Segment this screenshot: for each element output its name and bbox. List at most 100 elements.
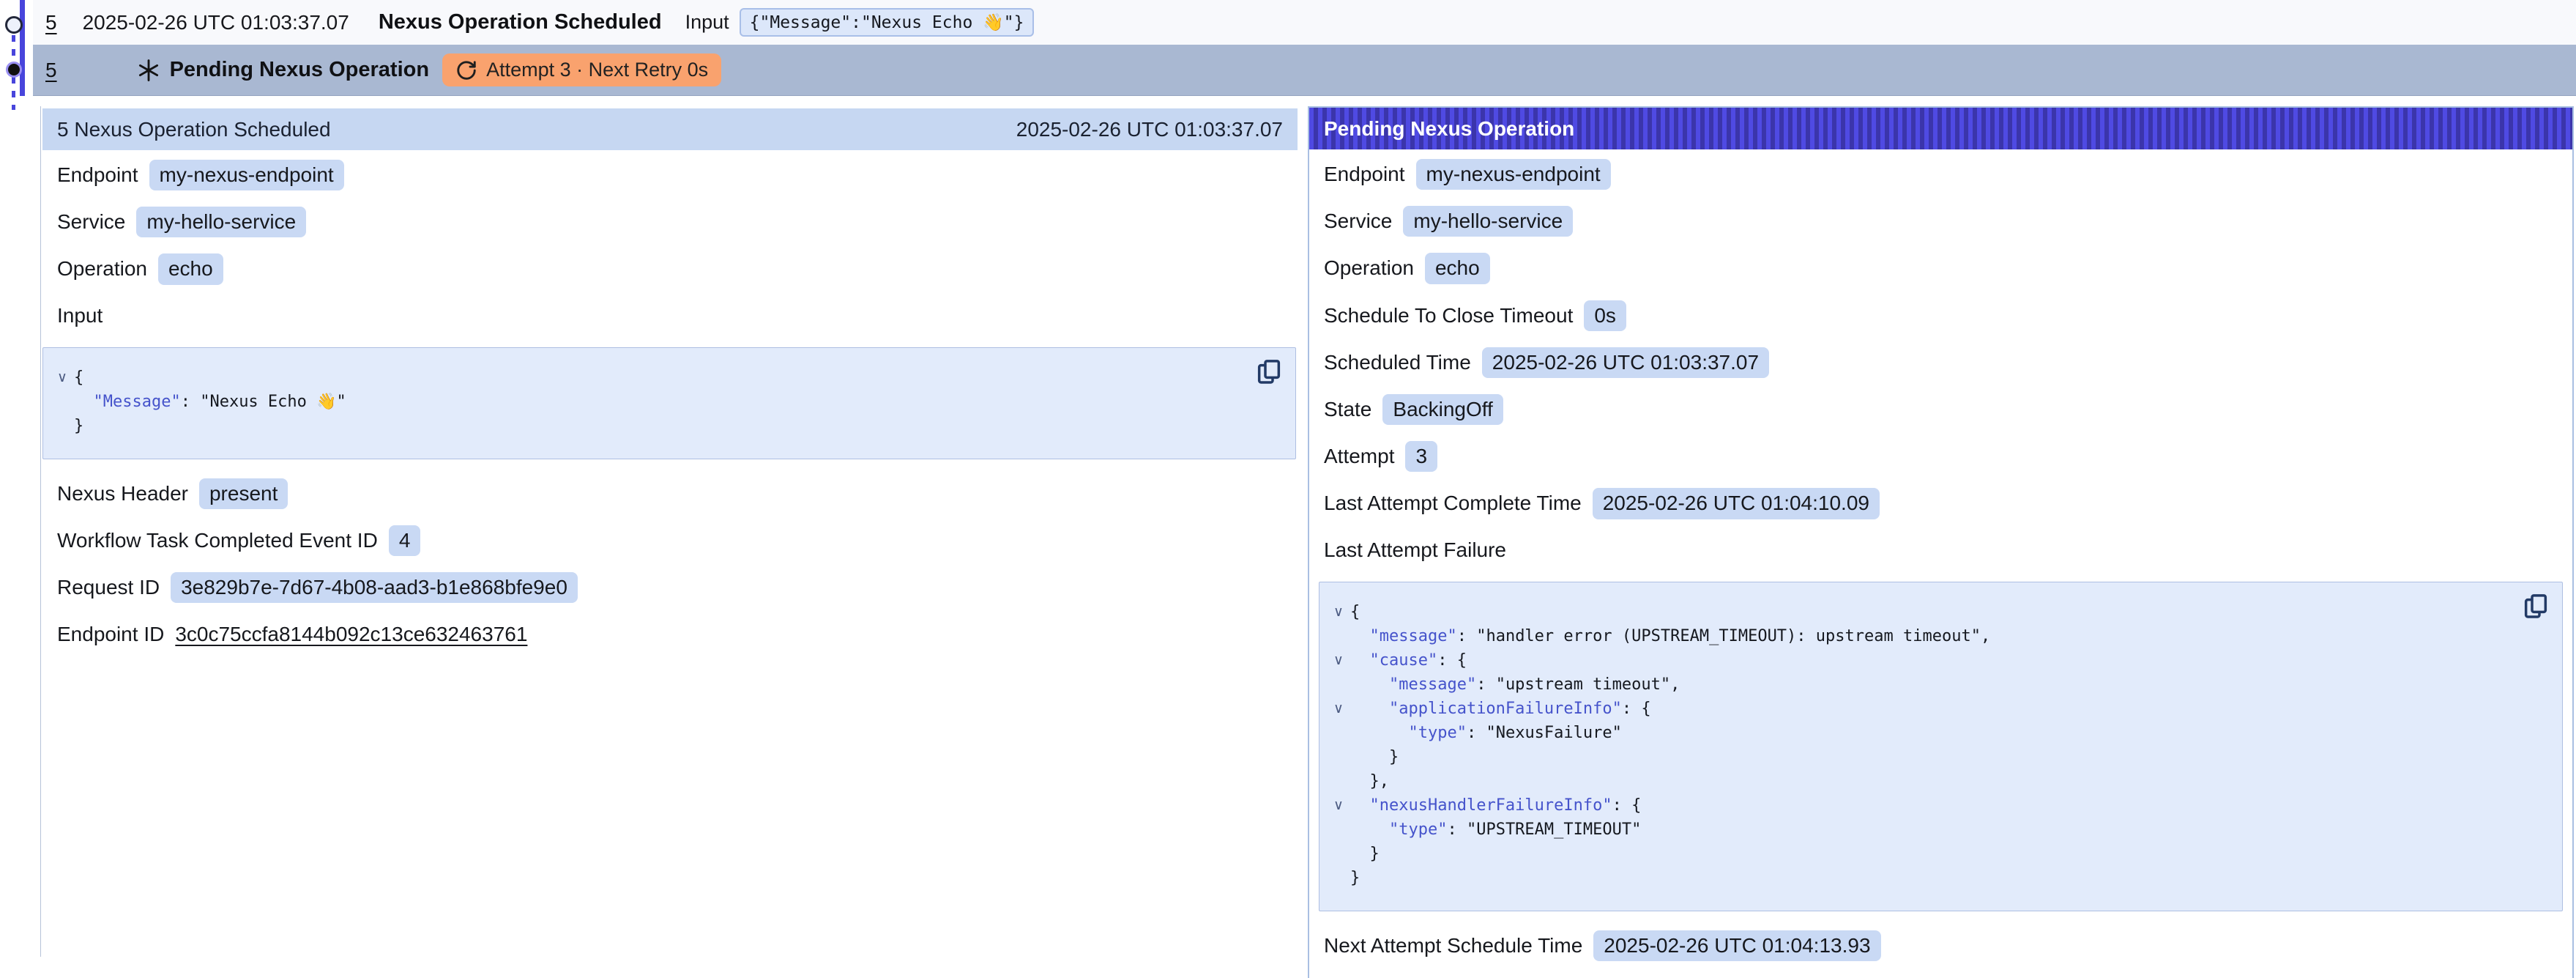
field-label: Service [1324, 210, 1392, 233]
code-line: } [51, 414, 1248, 438]
field-row: Operationecho [57, 253, 1283, 284]
field-row: Endpoint my-nexus-endpoint [1324, 159, 2558, 190]
field-value-badge: 2025-02-26 UTC 01:03:37.07 [1482, 347, 1769, 378]
field-label: Scheduled Time [1324, 351, 1471, 374]
code-line: "type": "NexusFailure" [1327, 721, 2515, 745]
code-gutter [1327, 866, 1350, 890]
field-label: Workflow Task Completed Event ID [57, 529, 378, 552]
json-code-block: ∨{ "Message": "Nexus Echo 👋"} [42, 347, 1296, 459]
code-line: } [1327, 745, 2515, 769]
field-label: Attempt [1324, 445, 1394, 468]
panel-title: 5 Nexus Operation Scheduled [57, 118, 331, 141]
copy-icon[interactable] [2521, 591, 2550, 620]
field-row: State BackingOff [1324, 394, 2558, 425]
scheduled-panel-fields: Endpoint my-nexus-endpoint Servicemy-hello… [42, 150, 1298, 649]
field-row: Last Attempt Complete Time 2025-02-26 UTC… [1324, 488, 2558, 519]
json-code-block: ∨{ "message": "handler error (UPSTREAM_T… [1319, 582, 2563, 911]
field-value-badge: 3e829b7e-7d67-4b08-aad3-b1e868bfe9e0 [171, 572, 578, 603]
collapse-chevron-icon[interactable]: ∨ [1327, 793, 1350, 818]
event-id-link[interactable]: 5 [45, 59, 57, 82]
panel-timestamp: 2025-02-26 UTC 01:03:37.07 [1016, 118, 1283, 141]
timeline-active-bar [20, 0, 25, 96]
retry-icon [455, 59, 477, 81]
field-label: Request ID [57, 576, 160, 599]
code-gutter [1327, 818, 1350, 842]
event-row-scheduled[interactable]: 5 2025-02-26 UTC 01:03:37.07 Nexus Opera… [33, 0, 2576, 45]
field-label: Schedule To Close Timeout [1324, 304, 1573, 327]
code-line: ∨ "cause": { [1327, 648, 2515, 673]
field-row: Scheduled Time 2025-02-26 UTC 01:03:37.07 [1324, 347, 2558, 378]
pending-asterisk-icon [136, 58, 161, 83]
field-label: State [1324, 398, 1371, 421]
input-value-chip: {"Message":"Nexus Echo 👋"} [740, 8, 1035, 37]
code-gutter [51, 390, 74, 414]
field-row: Endpoint my-nexus-endpoint [57, 160, 1283, 190]
field-value-badge: echo [1425, 253, 1490, 284]
field-row: Nexus Headerpresent [57, 478, 1283, 509]
code-gutter [1327, 721, 1350, 745]
copy-icon[interactable] [1254, 357, 1284, 386]
code-line: ∨ "applicationFailureInfo": { [1327, 697, 2515, 721]
event-id-link[interactable]: 5 [45, 11, 57, 34]
field-value-badge: my-nexus-endpoint [149, 160, 344, 190]
field-value-badge: BackingOff [1382, 394, 1503, 425]
input-label: Input [685, 11, 729, 34]
collapse-chevron-icon[interactable]: ∨ [1327, 648, 1350, 673]
code-gutter [1327, 624, 1350, 648]
field-value-badge: 2025-02-26 UTC 01:04:13.93 [1593, 930, 1880, 961]
code-line: } [1327, 866, 2515, 890]
field-row: Workflow Task Completed Event ID 4 [57, 525, 1283, 556]
code-gutter [1327, 745, 1350, 769]
field-label: Endpoint [1324, 163, 1405, 186]
field-label: Operation [57, 257, 147, 281]
field-row: Servicemy-hello-service [57, 207, 1283, 237]
field-row: Request ID 3e829b7e-7d67-4b08-aad3-b1e868… [57, 572, 1283, 603]
field-row: Attempt3 [1324, 441, 2558, 472]
field-row: Input [57, 301, 1283, 331]
event-details-area: 5 Nexus Operation Scheduled 2025-02-26 U… [40, 106, 2576, 957]
field-value-badge: 0s [1584, 300, 1626, 331]
code-gutter [1327, 673, 1350, 697]
event-timestamp: 2025-02-26 UTC 01:03:37.07 [83, 11, 349, 34]
code-line: ∨{ [1327, 600, 2515, 624]
collapse-chevron-icon[interactable]: ∨ [1327, 600, 1350, 624]
code-line: ∨ "nexusHandlerFailureInfo": { [1327, 793, 2515, 818]
field-label: Last Attempt Failure [1324, 538, 1506, 562]
code-gutter [1327, 769, 1350, 793]
field-row: Service my-hello-service [1324, 206, 2558, 237]
event-row-pending-selected[interactable]: 5 Pending Nexus Operation Attempt 3 · Ne… [33, 45, 2576, 96]
collapse-chevron-icon[interactable]: ∨ [51, 366, 74, 390]
code-line: "message": "upstream timeout", [1327, 673, 2515, 697]
code-line: "type": "UPSTREAM_TIMEOUT" [1327, 818, 2515, 842]
field-label: Endpoint [57, 163, 138, 187]
event-title: Pending Nexus Operation [170, 58, 430, 82]
code-line: "message": "handler error (UPSTREAM_TIME… [1327, 624, 2515, 648]
field-label: Last Attempt Complete Time [1324, 492, 1582, 515]
field-row: Schedule To Close Timeout 0s [1324, 300, 2558, 331]
field-value-badge: 4 [389, 525, 421, 556]
field-row: Endpoint ID3c0c75ccfa8144b092c13ce632463… [57, 619, 1283, 649]
pending-panel-header: Pending Nexus Operation [1309, 108, 2572, 149]
attempt-retry-badge: Attempt 3 · Next Retry 0s [442, 53, 721, 86]
collapse-chevron-icon[interactable]: ∨ [1327, 697, 1350, 721]
code-gutter [51, 414, 74, 438]
field-label: Input [57, 304, 103, 327]
code-gutter [1327, 842, 1350, 866]
code-line: "Message": "Nexus Echo 👋" [51, 390, 1248, 414]
timeline-node-open-icon [5, 16, 23, 34]
field-label: Operation [1324, 256, 1414, 280]
code-line: ∨{ [51, 366, 1248, 390]
field-value-badge: 2025-02-26 UTC 01:04:10.09 [1593, 488, 1880, 519]
scheduled-panel-header: 5 Nexus Operation Scheduled 2025-02-26 U… [42, 108, 1298, 150]
timeline-node-filled-icon [6, 62, 22, 78]
field-row: Operation echo [1324, 253, 2558, 284]
field-value-badge: my-nexus-endpoint [1416, 159, 1611, 190]
field-row: Last Attempt Failure [1324, 536, 2558, 566]
panel-title: Pending Nexus Operation [1324, 117, 1574, 141]
field-label: Nexus Header [57, 482, 188, 505]
endpoint-id-link[interactable]: 3c0c75ccfa8144b092c13ce632463761 [175, 623, 527, 646]
field-value-badge: my-hello-service [1403, 206, 1573, 237]
pending-operation-panel: Pending Nexus Operation Endpoint my-nexus… [1308, 106, 2574, 978]
attempt-retry-label: Attempt 3 · Next Retry 0s [486, 59, 708, 81]
field-label: Next Attempt Schedule Time [1324, 934, 1582, 957]
